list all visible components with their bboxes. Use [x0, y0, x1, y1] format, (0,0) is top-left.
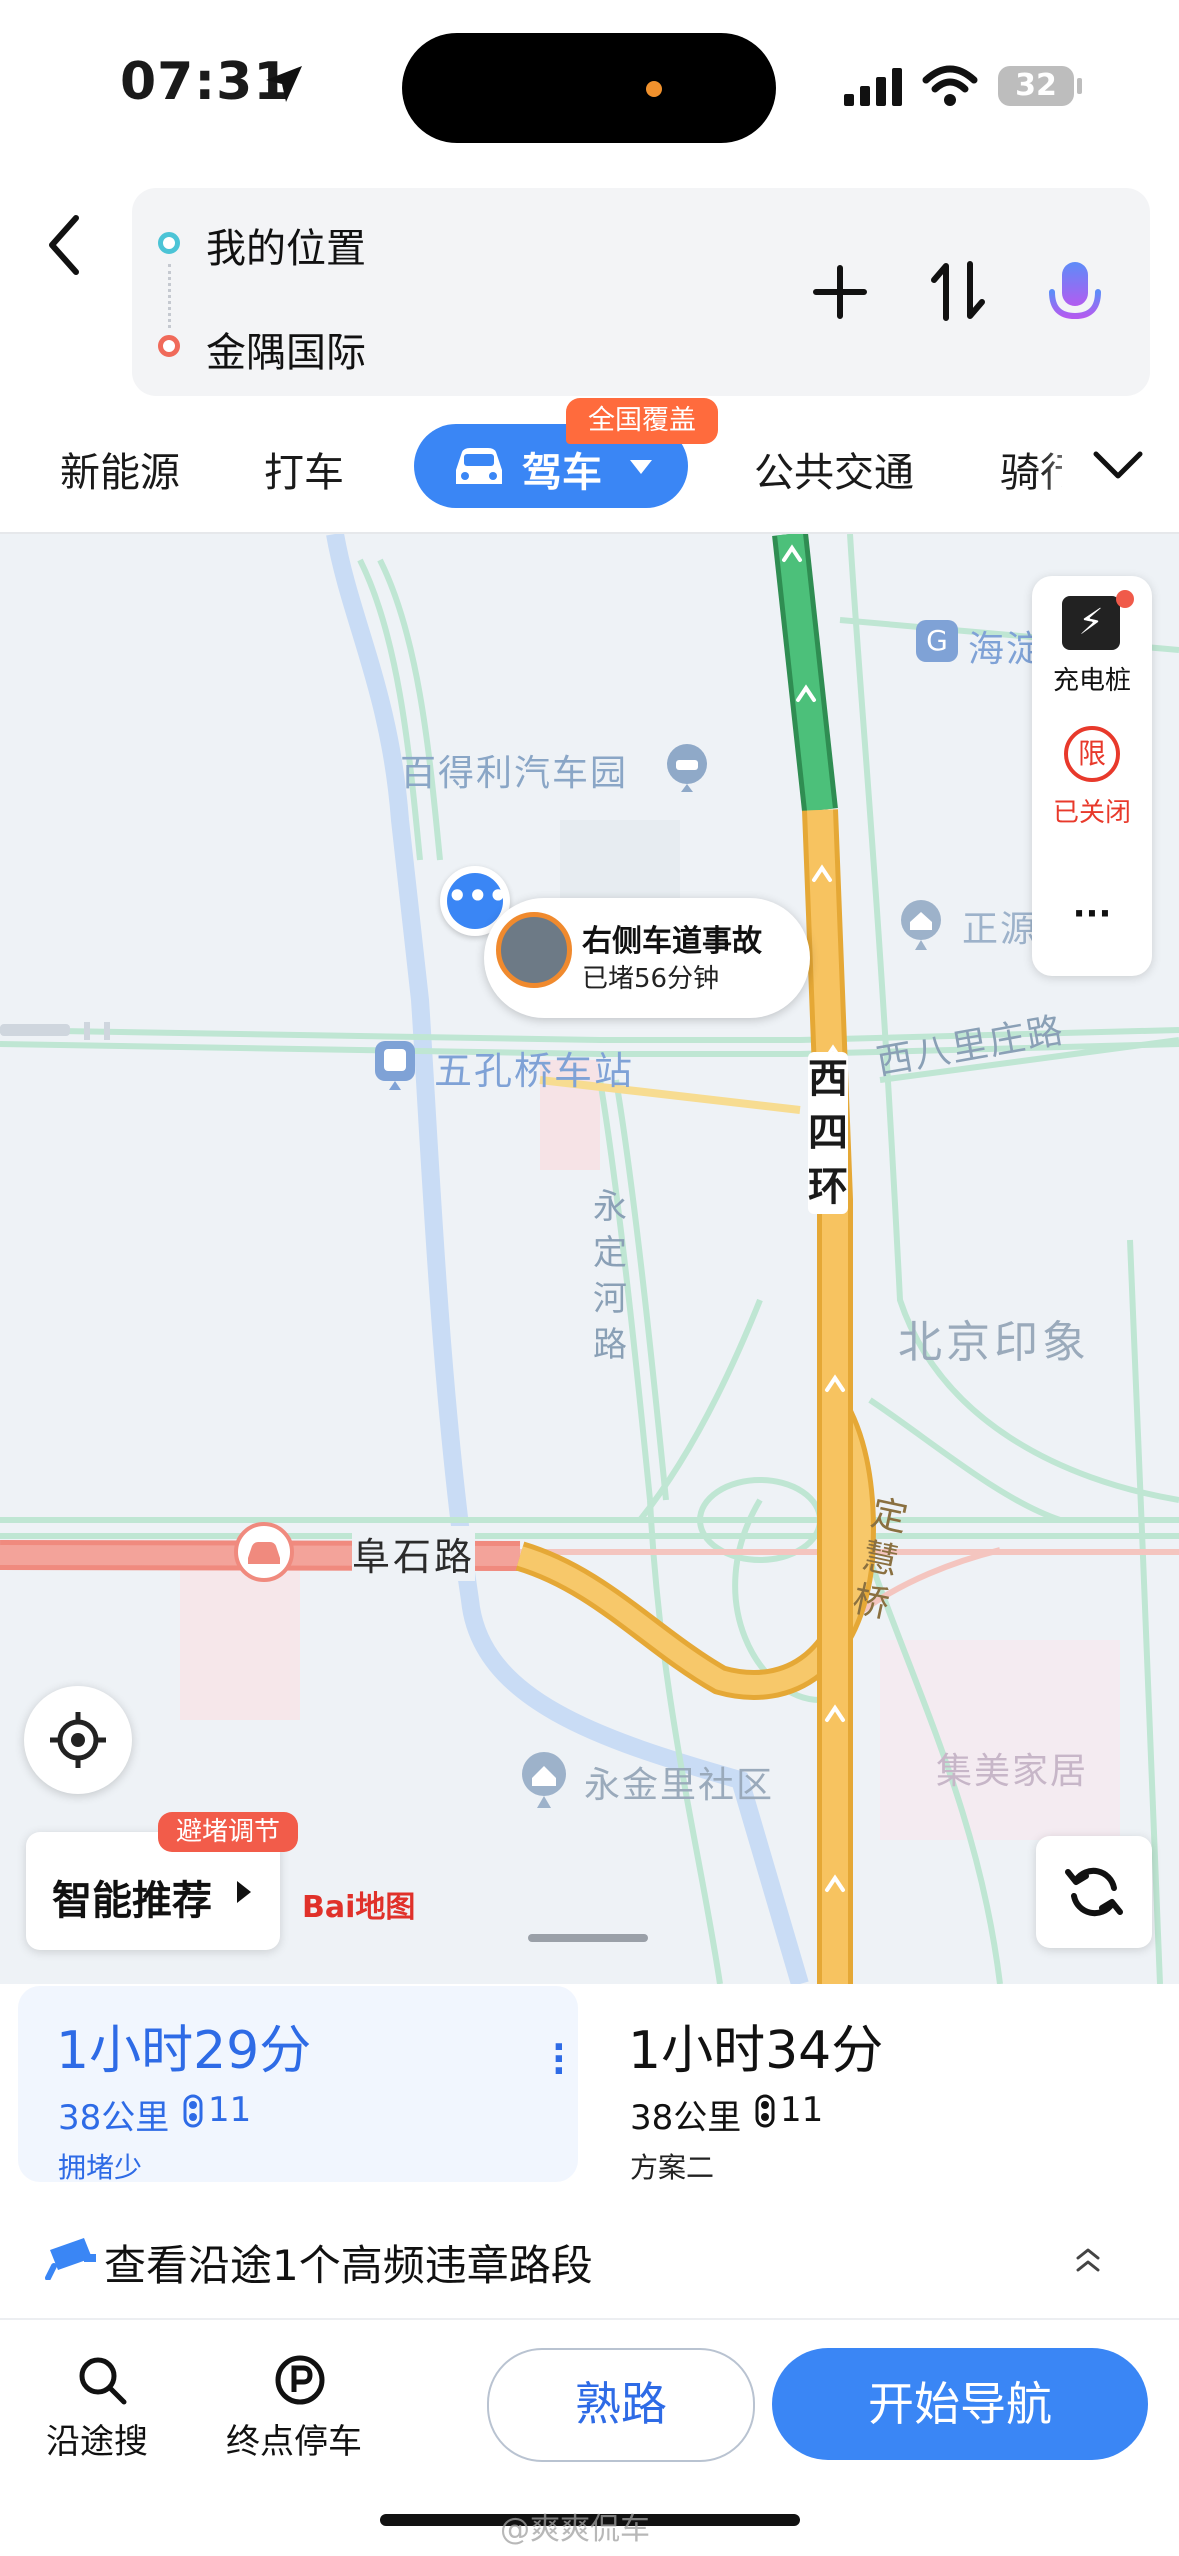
- plan2-lights: 11: [780, 2090, 824, 2130]
- camera-indicator-dot: [646, 81, 662, 97]
- charging-station-icon[interactable]: ⚡: [1062, 596, 1120, 650]
- nationwide-badge: 全国覆盖: [566, 398, 718, 444]
- incident-title: 右侧车道事故: [582, 924, 762, 959]
- map-label-yongjinli: 永金里社区: [584, 1765, 775, 1806]
- plan1-tag: 拥堵少: [58, 2151, 143, 2184]
- map-label-zhengyuan: 正源: [962, 909, 1039, 950]
- plan2-duration: 1小时34分: [628, 2021, 884, 2081]
- tab-drive-label: 驾车: [522, 450, 602, 496]
- search-icon[interactable]: [74, 2352, 130, 2408]
- traffic-light-icon: [183, 2094, 203, 2128]
- add-waypoint-icon[interactable]: [810, 262, 870, 322]
- destination-field[interactable]: 金隅国际: [206, 320, 366, 378]
- origin-field[interactable]: 我的位置: [206, 216, 366, 274]
- violation-notice[interactable]: 查看沿途1个高频违章路段: [104, 2232, 593, 2293]
- signal-icon: [844, 68, 902, 106]
- battery-tip: [1077, 78, 1082, 94]
- dynamic-island: [402, 33, 776, 143]
- yongjinli-pin-icon: [522, 1752, 566, 1808]
- restriction-status-label[interactable]: 已关闭: [1032, 792, 1152, 829]
- incident-photo: [496, 912, 572, 988]
- car-dealer-pin-icon: [667, 744, 707, 792]
- destination-dot-icon: [158, 335, 180, 357]
- expand-tabs-chevron-icon[interactable]: [1092, 448, 1144, 482]
- refresh-icon: [1065, 1867, 1123, 1917]
- route-plan-2[interactable]: 1小时34分 38公里 11 方案二: [600, 1986, 1160, 2184]
- refresh-route-button[interactable]: [1036, 1836, 1152, 1948]
- camera-violation-icon: [45, 2238, 96, 2280]
- tab-public-transit[interactable]: 公共交通: [754, 440, 914, 498]
- start-navigation-button[interactable]: 开始导航: [772, 2348, 1148, 2460]
- map-label-fushi-road: 阜石路: [352, 1526, 476, 1581]
- traffic-light-icon: [755, 2094, 775, 2128]
- search-along-label[interactable]: 沿途搜: [46, 2414, 148, 2463]
- restriction-icon[interactable]: 限: [1064, 726, 1120, 782]
- back-chevron-icon[interactable]: [40, 210, 90, 280]
- parking-icon[interactable]: [272, 2352, 328, 2408]
- jam-avoid-badge: 避堵调节: [158, 1812, 298, 1852]
- tab-taxi[interactable]: 打车: [264, 440, 344, 498]
- sheet-drag-handle[interactable]: [528, 1934, 648, 1942]
- charging-notification-dot: [1116, 590, 1134, 608]
- map-label-jimei: 集美家居: [936, 1751, 1089, 1792]
- tab-new-energy[interactable]: 新能源: [60, 440, 180, 498]
- locate-me-button[interactable]: [24, 1686, 132, 1794]
- collapse-chevrons-icon[interactable]: [1072, 2244, 1104, 2276]
- origin-dot-icon: [158, 232, 180, 254]
- crosshair-icon: [50, 1712, 106, 1768]
- map-label-xisihuan: 西四环: [808, 1052, 848, 1214]
- university-pin-icon: G: [916, 620, 958, 662]
- watermark: @爽爽侃车: [500, 2512, 650, 2547]
- play-triangle-icon: [237, 1881, 251, 1903]
- dropdown-triangle-icon: [630, 460, 652, 474]
- plan2-tag: 方案二: [630, 2151, 715, 2184]
- plan1-duration: 1小时29分: [56, 2021, 312, 2081]
- plan1-more-icon[interactable]: · · ·: [552, 2030, 566, 2090]
- incident-card[interactable]: 右侧车道事故 已堵56分钟: [484, 898, 810, 1018]
- battery-indicator: 32: [998, 66, 1074, 106]
- map-label-beijing-yinxiang: 北京印象: [898, 1317, 1090, 1368]
- voice-mic-icon[interactable]: [1040, 258, 1110, 336]
- bottom-divider: [0, 2318, 1179, 2320]
- plan2-distance: 38公里: [630, 2098, 742, 2138]
- route-plan-1[interactable]: 1小时29分 38公里 11 拥堵少 · · ·: [18, 1986, 578, 2184]
- traffic-jam-car-icon: [234, 1522, 294, 1582]
- map-label-yongding: 永定河路: [593, 1187, 627, 1365]
- map-label-bus-station: 五孔桥车站: [434, 1049, 635, 1093]
- baidu-map-logo: Bai地图: [302, 1890, 416, 1925]
- plan1-lights: 11: [208, 2090, 252, 2130]
- plan1-distance: 38公里: [58, 2098, 170, 2138]
- route-connector: [168, 264, 174, 328]
- map-canvas[interactable]: 百得利汽车园 五孔桥车站 G 海淀 正源 西四环 西八里庄路 永定河路 北京印象…: [0, 534, 1179, 1984]
- charging-station-label[interactable]: 充电桩: [1032, 660, 1152, 697]
- smart-recommend-label: 智能推荐: [52, 1878, 212, 1924]
- incident-subtitle: 已堵56分钟: [582, 964, 720, 994]
- comment-dots-icon: •••: [447, 873, 508, 929]
- familiar-route-button[interactable]: 熟路: [487, 2348, 755, 2462]
- map-label-car-park: 百得利汽车园: [400, 753, 629, 794]
- bus-station-pin-icon: [375, 1041, 415, 1090]
- map-tools-panel: ⚡ 充电桩 限 已关闭 ···: [1032, 576, 1152, 976]
- destination-parking-label[interactable]: 终点停车: [226, 2414, 362, 2463]
- community-pin-icon: [901, 900, 941, 950]
- location-arrow-icon: [266, 66, 302, 102]
- swap-route-icon[interactable]: [928, 258, 988, 324]
- more-tools-icon[interactable]: ···: [1032, 894, 1152, 934]
- car-icon: [456, 448, 502, 484]
- wifi-icon: [922, 65, 978, 106]
